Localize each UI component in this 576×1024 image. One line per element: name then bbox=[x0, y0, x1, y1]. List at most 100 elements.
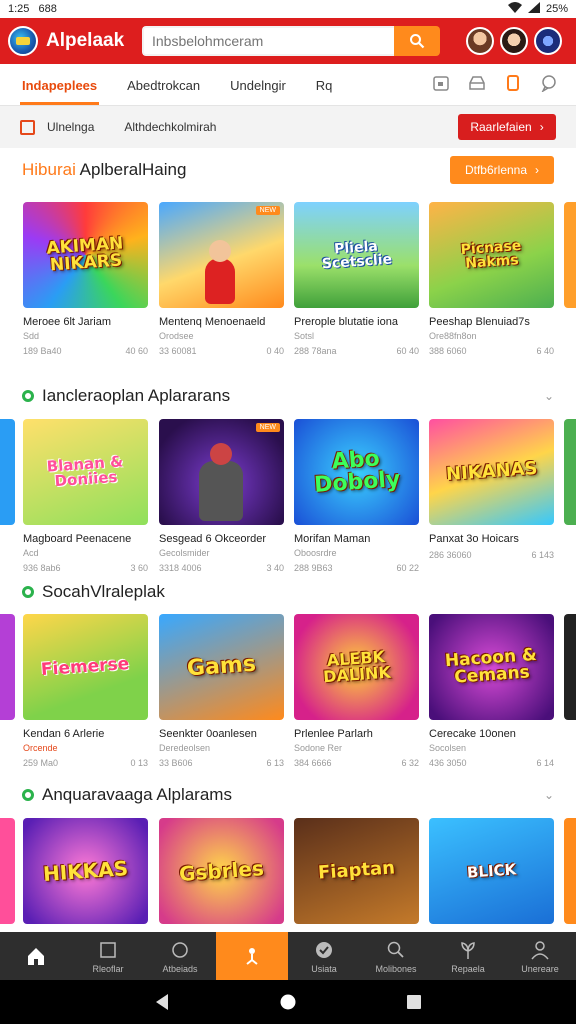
app-developer: Socolsen bbox=[429, 743, 467, 753]
app-developer: Ore88fn8on bbox=[429, 331, 477, 341]
app-card[interactable]: Picnase Nakms Peeshap Blenuiad7s Ore88fn… bbox=[429, 202, 554, 356]
section-title: Hiburai AplberalHaing bbox=[22, 160, 186, 180]
section-title: SocahVlraleplak bbox=[42, 582, 165, 601]
app-name: Morifan Maman bbox=[294, 533, 371, 545]
section-2: Iancleraoplan Aplararans ⌄ bbox=[0, 376, 576, 416]
avatar[interactable] bbox=[500, 27, 528, 55]
recents-icon[interactable] bbox=[406, 994, 422, 1010]
tab-3[interactable]: Undelngir bbox=[228, 78, 288, 105]
thumbnail-title: Abo Doboly bbox=[313, 446, 402, 498]
nav-item-active[interactable] bbox=[216, 932, 288, 980]
app-card[interactable]: Gsbrles bbox=[159, 818, 284, 924]
app-card-partial[interactable] bbox=[0, 419, 15, 525]
app-developer: Sotsl bbox=[294, 331, 315, 341]
app-card[interactable]: Fiemerse Kendan 6 Arlerie Orcende 259 Ma… bbox=[23, 614, 148, 768]
app-card[interactable]: AKIMAN NIKARS Meroee 6lt Jariam Sdd 189 … bbox=[23, 202, 148, 356]
nav-item-3[interactable]: Atbeiads bbox=[144, 932, 216, 980]
avatar[interactable] bbox=[466, 27, 494, 55]
chevron-right-icon: › bbox=[539, 120, 544, 134]
chevron-down-icon[interactable]: ⌄ bbox=[544, 788, 554, 802]
app-card-partial[interactable] bbox=[564, 818, 576, 924]
app-card-partial[interactable] bbox=[564, 419, 576, 525]
nav-item-8[interactable]: Unereare bbox=[504, 932, 576, 980]
square-icon bbox=[100, 941, 116, 958]
tab-2[interactable]: Abedtrokcan bbox=[125, 78, 202, 105]
filter-button[interactable]: Raarlefaien › bbox=[458, 114, 556, 140]
calendar-icon[interactable] bbox=[432, 74, 450, 92]
nav-label: Unereare bbox=[521, 963, 559, 974]
app-rating: 6 13 bbox=[266, 758, 284, 768]
app-card[interactable]: Gams Seenkter 0oanlesen Deredeolsen 33 B… bbox=[159, 614, 284, 768]
nav-item-2[interactable]: Rleoflar bbox=[72, 932, 144, 980]
app-thumbnail: NEW bbox=[159, 419, 284, 525]
filter-checkbox[interactable] bbox=[20, 119, 35, 135]
thumbnail-title: Fiaptan bbox=[317, 857, 396, 884]
nav-item-6[interactable]: Molibones bbox=[360, 932, 432, 980]
chevron-down-icon[interactable]: ⌄ bbox=[544, 389, 554, 403]
app-name: Sesgead 6 Okceorder bbox=[159, 533, 267, 545]
app-logo-icon[interactable] bbox=[8, 26, 38, 56]
app-card[interactable]: Pliela Scetsclie Prerople blutatie iona … bbox=[294, 202, 419, 356]
nav-item-7[interactable]: Repaela bbox=[432, 932, 504, 980]
phone-icon[interactable] bbox=[504, 74, 522, 92]
status-time: 1:25 bbox=[8, 3, 30, 15]
plant-icon bbox=[461, 941, 475, 959]
app-name: Mentenq Menoenaeld bbox=[159, 316, 266, 328]
status-bar: 1:25 688 25% bbox=[0, 0, 576, 18]
thumbnail-title: BLICK bbox=[466, 859, 517, 882]
wifi-icon bbox=[507, 2, 522, 16]
app-card[interactable]: NIKANAS Panxat 3o Hoicars 286 36060 6 143 bbox=[429, 419, 554, 560]
filter-bar: Ulnelnga Althdechkolmirah Raarlefaien › bbox=[0, 106, 576, 148]
tab-4[interactable]: Rq bbox=[314, 78, 335, 105]
thumbnail-title: Fiemerse bbox=[40, 653, 131, 680]
avatar[interactable] bbox=[534, 27, 562, 55]
app-name: Magboard Peenacene bbox=[23, 533, 132, 545]
home-circle-icon[interactable] bbox=[279, 993, 297, 1011]
search-button[interactable] bbox=[394, 26, 440, 56]
app-card[interactable]: BLICK bbox=[429, 818, 554, 924]
app-card-partial[interactable] bbox=[0, 818, 15, 924]
app-card[interactable]: NEW Sesgead 6 Okceorder Gecolsmider 3318… bbox=[159, 419, 284, 573]
character-art bbox=[199, 443, 243, 521]
app-downloads: 288 78ana bbox=[294, 346, 337, 356]
app-rating: 60 40 bbox=[396, 346, 419, 356]
app-row-3: Fiemerse Kendan 6 Arlerie Orcende 259 Ma… bbox=[0, 614, 576, 784]
app-thumbnail: NEW bbox=[159, 202, 284, 308]
app-card[interactable]: NEW Mentenq Menoenaeld Orodsee 33 60081 0… bbox=[159, 202, 284, 356]
back-icon[interactable] bbox=[154, 993, 170, 1011]
app-card[interactable]: Abo Doboly Morifan Maman Oboosrdre 288 9… bbox=[294, 419, 419, 573]
app-rating: 0 40 bbox=[266, 346, 284, 356]
app-meta: 33 B606 6 13 bbox=[159, 758, 284, 768]
app-card[interactable]: Fiaptan bbox=[294, 818, 419, 924]
app-thumbnail: Gams bbox=[159, 614, 284, 720]
app-card[interactable]: Blanan & Doniies Magboard Peenacene Acd … bbox=[23, 419, 148, 573]
section-4: Anquaravaaga Alplarams ⌄ bbox=[0, 775, 576, 815]
app-card-partial[interactable] bbox=[564, 614, 576, 720]
search-input[interactable] bbox=[142, 26, 394, 56]
app-card[interactable]: Hacoon & Cemans Cerecake 10onen Socolsen… bbox=[429, 614, 554, 768]
section-header: Hiburai AplberalHaing Dtfb6rlenna › bbox=[0, 150, 576, 190]
app-thumbnail bbox=[0, 419, 15, 525]
section-title-rest: AplberalHaing bbox=[75, 160, 187, 179]
nav-home[interactable] bbox=[0, 932, 72, 980]
app-developer: Gecolsmider bbox=[159, 548, 210, 558]
app-rating: 6 14 bbox=[536, 758, 554, 768]
app-row-4: HIKKAS Gsbrles Fiaptan BLICK bbox=[0, 818, 576, 924]
app-card[interactable]: ALEBK DALINK Prlenlee Parlarh Sodone Rer… bbox=[294, 614, 419, 768]
chat-icon[interactable] bbox=[540, 74, 558, 92]
section-title: Iancleraoplan Aplararans bbox=[42, 386, 231, 405]
inbox-icon[interactable] bbox=[468, 74, 486, 92]
tab-1[interactable]: Indapeplees bbox=[20, 78, 100, 105]
app-card[interactable]: HIKKAS bbox=[23, 818, 148, 924]
filter-label: Ulnelnga bbox=[47, 120, 95, 134]
app-name: Seenkter 0oanlesen bbox=[159, 728, 257, 740]
app-meta: 436 3050 6 14 bbox=[429, 758, 554, 768]
app-downloads: 436 3050 bbox=[429, 758, 467, 768]
section-header: Iancleraoplan Aplararans ⌄ bbox=[0, 376, 576, 416]
nav-item-5[interactable]: Usiata bbox=[288, 932, 360, 980]
app-card-partial[interactable] bbox=[0, 614, 15, 720]
see-more-button[interactable]: Dtfb6rlenna › bbox=[450, 156, 554, 184]
app-card-partial[interactable] bbox=[564, 202, 576, 308]
person-icon bbox=[246, 948, 258, 965]
app-downloads: 189 Ba40 bbox=[23, 346, 62, 356]
